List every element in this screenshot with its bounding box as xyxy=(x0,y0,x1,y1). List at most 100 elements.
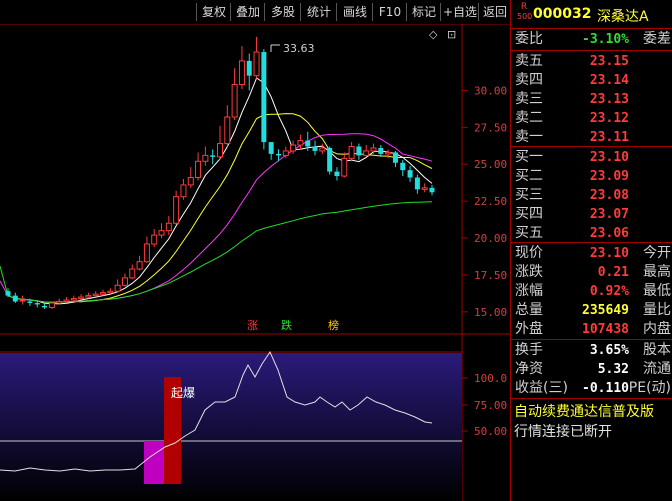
candle-body xyxy=(173,196,180,224)
candle-body xyxy=(231,84,238,118)
candle-body xyxy=(421,187,428,190)
ask-row-value: 23.14 xyxy=(589,73,629,88)
marker-rise: 涨 xyxy=(247,319,258,332)
main-chart[interactable]: ◇ ⊡ 30.0027.5025.0022.5020.0017.5015.00 … xyxy=(0,0,510,501)
stat-row-value: 0.21 xyxy=(597,265,629,280)
add-favorite-button[interactable]: +自选 xyxy=(440,3,479,21)
stock-header: R 500 000032 深桑达A xyxy=(511,0,672,28)
candle-body xyxy=(180,184,187,198)
candle-body xyxy=(100,292,107,295)
stat-row: 外盘 107438 内盘 xyxy=(511,320,672,339)
candle-body xyxy=(56,301,63,304)
overlay-button[interactable]: 叠加 xyxy=(230,3,265,21)
diamond-icon[interactable]: ◇ xyxy=(429,28,438,41)
price-axis-tick: 22.50 xyxy=(474,195,507,208)
f10-button[interactable]: F10 xyxy=(372,3,407,21)
candle-body xyxy=(238,60,245,86)
ask-row-label: 卖一 xyxy=(515,129,543,145)
candle-body xyxy=(195,160,202,179)
bid-row: 买三 23.08 xyxy=(511,186,672,205)
ask-row-label: 卖二 xyxy=(515,110,543,126)
candle-body xyxy=(48,302,55,308)
candle-body xyxy=(305,140,311,147)
candle-body xyxy=(85,295,92,298)
indicator-axis: 100.0 75.00 50.00 xyxy=(462,372,507,438)
stat2-row-label2: 流通 xyxy=(643,361,671,377)
candle-body xyxy=(341,157,348,177)
connection-status: 行情连接已断开 xyxy=(514,424,612,440)
stat-row: 总量 235649 量比 xyxy=(511,301,672,320)
stat-row-label: 涨跌 xyxy=(515,264,543,280)
candle-body xyxy=(363,150,370,156)
bid-row-value: 23.07 xyxy=(589,207,629,222)
indicator-axis-tick: 100.0 xyxy=(474,372,507,385)
stat-row: 现价 23.10 今开 xyxy=(511,244,672,263)
candle-body xyxy=(282,150,289,156)
toolbar: 复权 叠加 多股 统计 画线 F10 标记 +自选 返回 xyxy=(0,0,510,24)
stat-row-label2: 今开 xyxy=(643,245,671,261)
stat-row-label: 现价 xyxy=(515,245,543,261)
bid-row: 买五 23.06 xyxy=(511,224,672,243)
ask-row-value: 23.13 xyxy=(589,92,629,107)
candle-body xyxy=(290,144,297,152)
candle-body xyxy=(12,295,18,302)
marker-rank: 榜 xyxy=(328,318,339,332)
stat-row-label: 涨幅 xyxy=(515,283,543,299)
back-button[interactable]: 返回 xyxy=(478,3,511,21)
ask-row-label: 卖五 xyxy=(515,53,543,69)
candle-body xyxy=(151,234,158,245)
candle-body xyxy=(187,177,194,186)
indicator-panel[interactable] xyxy=(0,353,462,501)
ask-row: 卖三 23.13 xyxy=(511,90,672,109)
candle-body xyxy=(327,148,333,172)
stat2-row-value: -0.110 xyxy=(582,381,629,396)
stat2-row-label2: PE(动) xyxy=(628,380,671,396)
candle-body xyxy=(261,52,267,143)
candle-body xyxy=(407,170,413,178)
candle-body xyxy=(210,155,216,157)
stock-name: 深桑达A xyxy=(597,9,649,25)
candle-body xyxy=(78,296,85,300)
candle-body xyxy=(202,154,209,162)
candle-body xyxy=(385,151,392,155)
stat2-row: 净资 5.32 流通 xyxy=(511,360,672,379)
candle-body xyxy=(63,299,70,303)
stat-row: 涨跌 0.21 最高 xyxy=(511,263,672,282)
stat2-row-label: 换手 xyxy=(515,342,543,358)
bid-row: 买一 23.10 xyxy=(511,148,672,167)
stat2-row-value: 3.65% xyxy=(589,343,629,358)
stat-row-value: 23.10 xyxy=(589,246,629,261)
candle-body xyxy=(158,230,165,236)
stat-row-value: 0.92% xyxy=(589,284,629,299)
candle-body xyxy=(414,177,420,190)
weibi-row: 委比 -3.10% 委差 xyxy=(515,31,671,47)
ma-line xyxy=(0,201,433,303)
candle-body xyxy=(275,153,281,156)
candle-body xyxy=(253,51,260,77)
candle-body xyxy=(92,293,99,297)
bid-row-value: 23.10 xyxy=(589,150,629,165)
stat2-row: 换手 3.65% 股本 xyxy=(511,341,672,360)
expand-icon[interactable]: ⊡ xyxy=(447,28,456,41)
moving-averages xyxy=(0,77,433,305)
multi-stock-button[interactable]: 多股 xyxy=(264,3,301,21)
candle-body xyxy=(114,284,121,292)
ma-line xyxy=(0,133,433,303)
high-price-label: 33.63 xyxy=(270,42,315,55)
candle-body xyxy=(370,147,377,152)
draw-line-button[interactable]: 画线 xyxy=(336,3,373,21)
candlesticks xyxy=(5,36,435,309)
stat-row-value: 107438 xyxy=(582,322,629,337)
statistics-button[interactable]: 统计 xyxy=(300,3,337,21)
bid-row-value: 23.09 xyxy=(589,169,629,184)
mark-button[interactable]: 标记 xyxy=(406,3,441,21)
candle-body xyxy=(42,305,48,308)
fuquan-button[interactable]: 复权 xyxy=(196,3,231,21)
candle-body xyxy=(378,148,384,154)
stat2-row-label2: 股本 xyxy=(643,342,671,358)
quote-panel: R 500 000032 深桑达A 委比 -3.10% 委差 卖五 23.15 卖四… xyxy=(510,0,672,501)
indicator-axis-tick: 50.00 xyxy=(474,425,507,438)
ticker-banner[interactable]: 自动续费通达信普及版 xyxy=(514,401,654,421)
event-markers[interactable]: 涨 跌 榜 xyxy=(247,318,339,332)
ask-row-value: 23.15 xyxy=(589,54,629,69)
